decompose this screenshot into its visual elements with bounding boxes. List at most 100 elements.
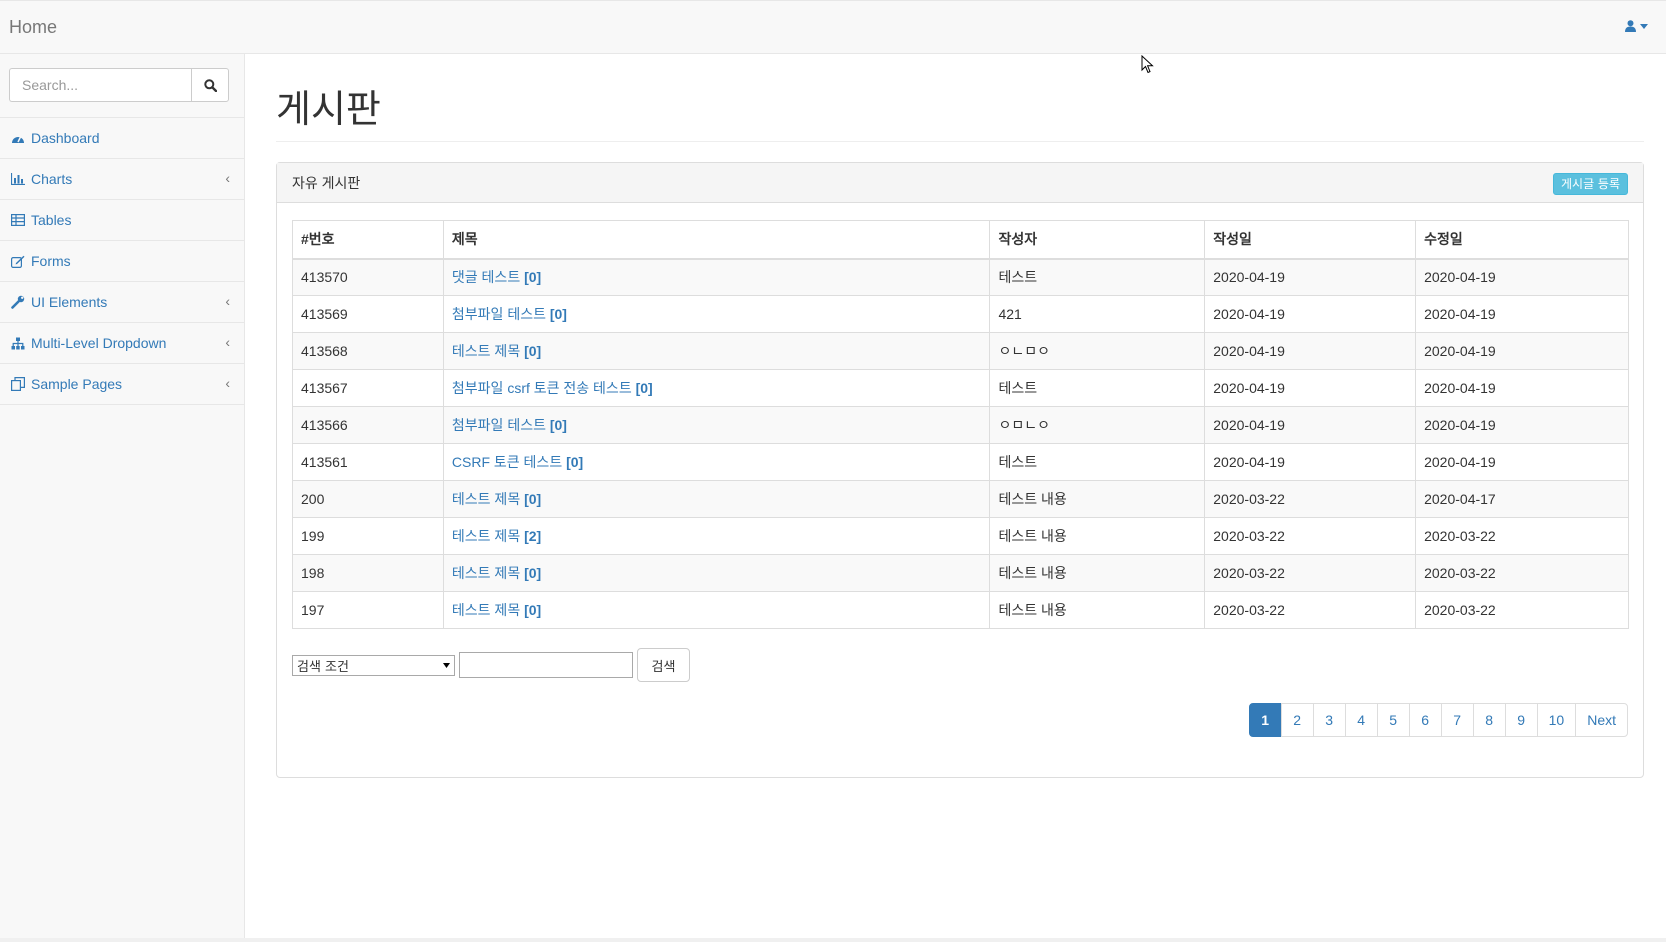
sidebar-item-label: Dashboard (31, 130, 100, 146)
post-title-text: CSRF 토큰 테스트 (451, 454, 563, 470)
sidebar-item-ui-elements[interactable]: UI Elements ‹ (0, 282, 244, 323)
edit-icon (11, 254, 25, 268)
brand-home-link[interactable]: Home (9, 17, 57, 38)
cell-title: 첨부파일 테스트 [0] (442, 406, 991, 444)
post-title-link[interactable]: CSRF 토큰 테스트 [0] (452, 454, 583, 470)
cell-updated: 2020-04-19 (1415, 258, 1629, 296)
cell-title: CSRF 토큰 테스트 [0] (442, 443, 991, 481)
cell-title: 테스트 제목 [0] (442, 591, 991, 629)
reply-count: [0] (524, 565, 542, 581)
post-title-text: 테스트 제목 (451, 343, 521, 359)
cell-updated: 2020-03-22 (1415, 517, 1629, 555)
reply-count: [0] (524, 602, 542, 618)
sidebar-item-forms[interactable]: Forms (0, 241, 244, 282)
post-title-link[interactable]: 테스트 제목 [2] (452, 528, 541, 544)
caret-down-icon (1640, 23, 1648, 29)
search-submit-button[interactable]: 검색 (637, 648, 690, 682)
cell-number: 413566 (292, 406, 444, 444)
sidebar-item-label: Multi-Level Dropdown (31, 335, 167, 351)
cell-number: 413569 (292, 295, 444, 333)
cell-number: 413568 (292, 332, 444, 370)
cell-created: 2020-03-22 (1204, 591, 1417, 629)
chevron-left-icon: ‹ (225, 375, 230, 391)
post-title-text: 댓글 테스트 (451, 269, 521, 286)
register-post-button[interactable]: 게시글 등록 (1552, 173, 1628, 195)
sidebar-item-sample-pages[interactable]: Sample Pages ‹ (0, 364, 244, 405)
reply-count: [0] (524, 343, 542, 359)
table-row: 199 테스트 제목 [2] 테스트 내용 2020-03-22 2020-03-22 (292, 517, 1629, 555)
sidebar-item-charts[interactable]: Charts ‹ (0, 159, 244, 200)
post-title-link[interactable]: 테스트 제목 [0] (452, 565, 541, 581)
sidebar-item-label: Tables (31, 212, 72, 228)
post-title-link[interactable]: 첨부파일 테스트 [0] (452, 417, 567, 433)
post-title-link[interactable]: 첨부파일 csrf 토큰 전송 테스트 [0] (452, 380, 653, 396)
reply-count: [0] (635, 380, 653, 396)
column-header-writer: 작성자 (989, 220, 1206, 260)
board-heading: 자유 게시판 (292, 175, 361, 191)
post-title-text: 테스트 제목 (451, 491, 521, 507)
page-link[interactable]: 10 (1536, 703, 1577, 737)
page-link[interactable]: 6 (1408, 703, 1442, 737)
cell-title: 테스트 제목 [0] (442, 554, 991, 592)
cell-writer: 테스트 (989, 369, 1206, 407)
main-content: 게시판 자유 게시판 게시글 등록 #번호 제목 작성자 작성일 수정일 413… (276, 54, 1644, 778)
search-condition-value: 검색 조건 (297, 659, 349, 675)
cell-updated: 2020-04-19 (1415, 406, 1629, 444)
post-title-link[interactable]: 첨부파일 테스트 [0] (452, 306, 567, 322)
files-icon (11, 377, 25, 391)
cell-number: 413567 (292, 369, 444, 407)
search-input[interactable] (9, 68, 191, 102)
top-navbar: Home (0, 0, 1666, 54)
search-icon (203, 78, 217, 92)
cell-writer: ㅇㄴㅁㅇ (989, 332, 1206, 370)
next-page-link[interactable]: Next (1575, 703, 1628, 737)
chevron-left-icon: ‹ (225, 170, 230, 186)
post-title-text: 테스트 제목 (451, 528, 521, 544)
page-link[interactable]: 7 (1440, 703, 1474, 737)
post-title-text: 테스트 제목 (451, 602, 521, 618)
sidebar-item-label: UI Elements (31, 294, 108, 310)
table-row: 198 테스트 제목 [0] 테스트 내용 2020-03-22 2020-03-22 (292, 554, 1629, 592)
cell-writer: 테스트 (989, 258, 1206, 296)
cell-writer: 테스트 내용 (989, 517, 1206, 555)
reply-count: [0] (549, 306, 567, 322)
cell-created: 2020-04-19 (1204, 443, 1417, 481)
cell-updated: 2020-04-19 (1415, 295, 1629, 333)
sidebar-item-dashboard[interactable]: Dashboard (0, 118, 244, 159)
cell-created: 2020-03-22 (1204, 554, 1417, 592)
post-title-link[interactable]: 댓글 테스트 [0] (452, 269, 541, 285)
page-link[interactable]: 8 (1472, 703, 1506, 737)
page-link[interactable]: 4 (1344, 703, 1378, 737)
reply-count: [0] (524, 491, 542, 507)
keyword-input[interactable] (459, 652, 633, 678)
page-link[interactable]: 3 (1312, 703, 1346, 737)
page-link[interactable]: 2 (1280, 703, 1314, 737)
cell-updated: 2020-04-19 (1415, 443, 1629, 481)
post-title-link[interactable]: 테스트 제목 [0] (452, 491, 541, 507)
table-row: 413561 CSRF 토큰 테스트 [0] 테스트 2020-04-19 2020-0… (292, 443, 1629, 481)
cell-title: 댓글 테스트 [0] (442, 258, 991, 296)
sidebar-item-tables[interactable]: Tables (0, 200, 244, 241)
post-title-link[interactable]: 테스트 제목 [0] (452, 343, 541, 359)
sidebar-item-multi-level-dropdown[interactable]: Multi-Level Dropdown ‹ (0, 323, 244, 364)
cell-updated: 2020-03-22 (1415, 554, 1629, 592)
search-button[interactable] (191, 68, 229, 102)
page-link[interactable]: 1 (1248, 703, 1282, 737)
sidebar-item-label: Sample Pages (31, 376, 123, 392)
page-link[interactable]: 9 (1504, 703, 1538, 737)
search-condition-select[interactable]: 검색 조건 (292, 654, 455, 676)
column-header-title: 제목 (442, 220, 991, 260)
cell-number: 413570 (292, 258, 444, 296)
post-title-text: 첨부파일 csrf 토큰 전송 테스트 (451, 380, 632, 396)
mouse-cursor-icon (1141, 55, 1154, 74)
cell-writer: 테스트 (989, 443, 1206, 481)
dashboard-icon (11, 131, 25, 145)
user-menu-toggle[interactable] (1625, 20, 1648, 32)
page-link[interactable]: 5 (1376, 703, 1410, 737)
cell-writer: ㅇㅁㄴㅇ (989, 406, 1206, 444)
cell-created: 2020-04-19 (1204, 369, 1417, 407)
cell-writer: 테스트 내용 (989, 554, 1206, 592)
table-row: 413569 첨부파일 테스트 [0] 421 2020-04-19 2020-04-1… (292, 295, 1629, 333)
post-title-link[interactable]: 테스트 제목 [0] (452, 602, 541, 618)
cell-created: 2020-03-22 (1204, 517, 1417, 555)
